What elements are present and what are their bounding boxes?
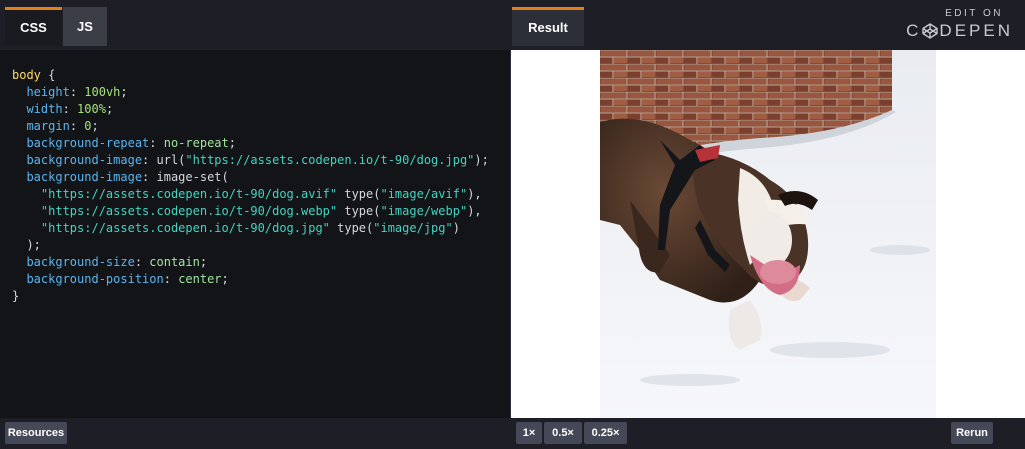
code-prop: margin xyxy=(26,119,70,133)
code-punct: ) xyxy=(452,221,460,235)
codepen-letter-c: C xyxy=(906,21,922,40)
rerun-button[interactable]: Rerun xyxy=(951,422,993,444)
tab-css[interactable]: CSS xyxy=(5,7,62,46)
zoom-0-5x-button[interactable]: 0.5× xyxy=(544,422,582,444)
code-punct: ), xyxy=(467,204,482,218)
code-string: "image/jpg" xyxy=(373,221,453,235)
codepen-logo: C DEPEN xyxy=(906,21,1013,41)
code-selector: body xyxy=(12,68,41,82)
css-editor[interactable]: body { height: 100vh; width: 100%; margi… xyxy=(0,50,510,418)
bottom-bar: Resources 1× 0.5× 0.25× Rerun xyxy=(0,418,1025,449)
code-prop: height xyxy=(26,85,70,99)
resources-button[interactable]: Resources xyxy=(5,422,67,444)
code-string: "https://assets.codepen.io/t-90/dog.jpg" xyxy=(185,153,475,167)
code-punct: ), xyxy=(467,187,482,201)
code-block: body { height: 100vh; width: 100%; margi… xyxy=(12,68,489,303)
code-value: 100vh xyxy=(84,85,121,99)
code-value: 100% xyxy=(77,102,106,116)
codepen-letters-depen: DEPEN xyxy=(939,21,1013,40)
code-func: url( xyxy=(156,153,186,167)
code-func: image-set( xyxy=(156,170,229,184)
code-value: 0 xyxy=(84,119,92,133)
codepen-cube-icon xyxy=(922,23,939,39)
code-value: center xyxy=(178,272,222,286)
code-prop: background-position xyxy=(26,272,164,286)
code-string: "https://assets.codepen.io/t-90/dog.avif… xyxy=(40,187,338,201)
top-bar: CSS JS Result EDIT ON C DEPEN xyxy=(0,0,1025,50)
zoom-1x-button[interactable]: 1× xyxy=(516,422,542,444)
zoom-0-25x-button[interactable]: 0.25× xyxy=(584,422,627,444)
code-value: contain xyxy=(149,255,200,269)
code-value: no-repeat xyxy=(163,136,229,150)
dog-photo xyxy=(600,50,936,418)
code-prop: background-image xyxy=(26,170,143,184)
edit-on-codepen-link[interactable]: EDIT ON C DEPEN xyxy=(906,8,1013,41)
code-punct: ); xyxy=(474,153,489,167)
tab-js[interactable]: JS xyxy=(63,7,107,46)
code-prop: background-size xyxy=(26,255,135,269)
code-string: "image/webp" xyxy=(380,204,468,218)
code-string: "image/avif" xyxy=(380,187,468,201)
code-string: "https://assets.codepen.io/t-90/dog.jpg" xyxy=(40,221,330,235)
code-string: "https://assets.codepen.io/t-90/dog.webp… xyxy=(40,204,338,218)
edit-on-label: EDIT ON xyxy=(945,8,1003,19)
code-prop: width xyxy=(26,102,63,116)
result-preview[interactable] xyxy=(511,50,1025,418)
tab-result[interactable]: Result xyxy=(512,7,584,46)
code-prop: background-image xyxy=(26,153,143,167)
code-prop: background-repeat xyxy=(26,136,150,150)
